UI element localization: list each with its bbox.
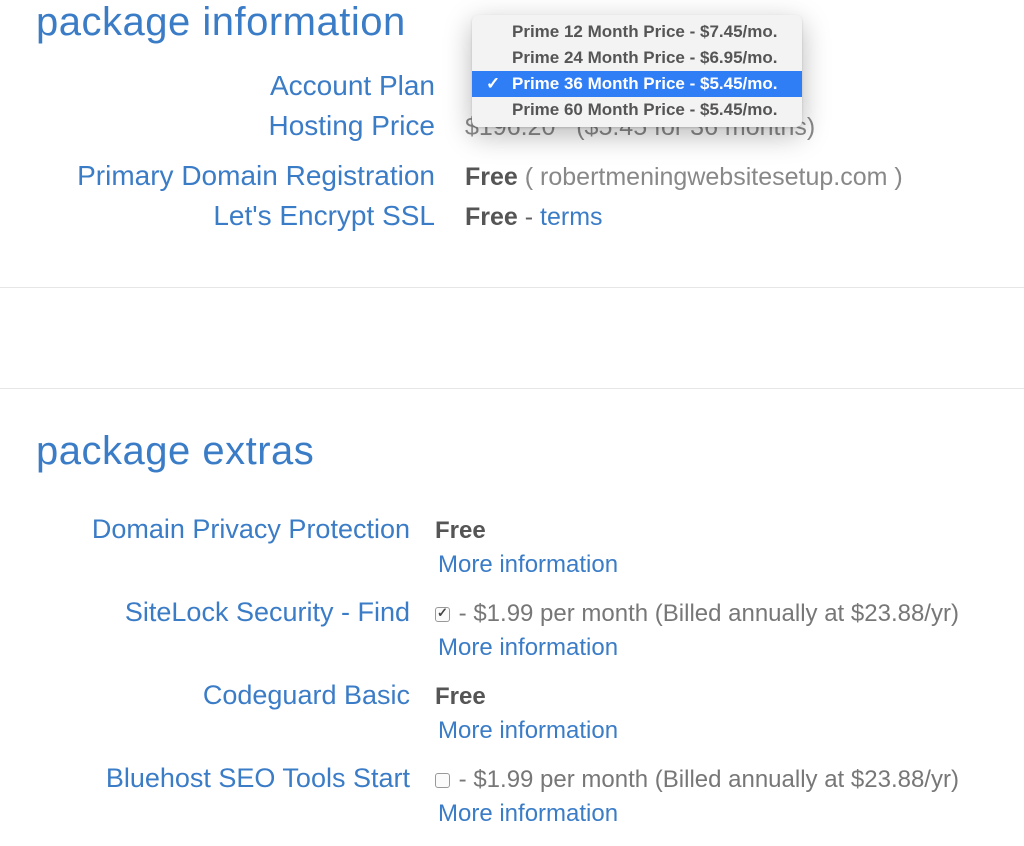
extra-codeguard-more-link[interactable]: More information [435, 717, 1024, 745]
extra-domain-privacy-free: Free [435, 517, 486, 544]
extra-codeguard-value: Free [435, 683, 486, 711]
extra-codeguard-free: Free [435, 683, 486, 710]
package-extras-title: package extras [36, 429, 1024, 474]
package-information-section: package information Account Plan Prime 1… [0, 0, 1024, 288]
dropdown-option-24mo[interactable]: Prime 24 Month Price - $6.95/mo. [472, 45, 802, 71]
dropdown-option-12mo[interactable]: Prime 12 Month Price - $7.45/mo. [472, 19, 802, 45]
section-divider-2 [0, 388, 1024, 389]
extra-seo-tools-checkbox[interactable] [435, 773, 450, 788]
hosting-price-label: Hosting Price [0, 110, 465, 142]
primary-domain-row: Primary Domain Registration Free ( rober… [0, 160, 1024, 192]
extra-sitelock-more-link[interactable]: More information [435, 634, 1024, 662]
extra-domain-privacy-label: Domain Privacy Protection [0, 514, 435, 545]
ssl-dash: - [518, 203, 540, 231]
extra-domain-privacy: Domain Privacy Protection Free More info… [0, 514, 1024, 579]
extra-domain-privacy-more-link[interactable]: More information [435, 551, 1024, 579]
extra-sitelock: SiteLock Security - Find - $1.99 per mon… [0, 597, 1024, 662]
extra-seo-tools-label: Bluehost SEO Tools Start [0, 763, 435, 794]
primary-domain-value: Free ( robertmeningwebsitesetup.com ) [465, 163, 903, 192]
primary-domain-free: Free [465, 163, 518, 191]
extra-seo-tools-price: - $1.99 per month (Billed annually at $2… [452, 766, 959, 793]
ssl-row: Let's Encrypt SSL Free - terms [0, 200, 1024, 232]
account-plan-row: Account Plan Prime 12 Month Price - $7.4… [0, 70, 1024, 102]
account-plan-label: Account Plan [0, 70, 465, 102]
extra-codeguard: Codeguard Basic Free More information [0, 680, 1024, 745]
dropdown-option-60mo[interactable]: Prime 60 Month Price - $5.45/mo. [472, 97, 802, 123]
section-gap [0, 288, 1024, 388]
dropdown-option-36mo[interactable]: ✓ Prime 36 Month Price - $5.45/mo. [472, 71, 802, 97]
account-plan-dropdown[interactable]: Prime 12 Month Price - $7.45/mo. Prime 2… [472, 15, 802, 127]
checkmark-icon: ✓ [486, 74, 500, 94]
extra-seo-tools: Bluehost SEO Tools Start - $1.99 per mon… [0, 763, 1024, 828]
extra-seo-tools-value: - $1.99 per month (Billed annually at $2… [435, 766, 959, 794]
ssl-terms-link[interactable]: terms [540, 203, 603, 231]
extra-domain-privacy-value: Free [435, 517, 486, 545]
package-extras-section: package extras Domain Privacy Protection… [0, 429, 1024, 828]
ssl-value: Free - terms [465, 203, 603, 232]
extra-seo-tools-more-link[interactable]: More information [435, 800, 1024, 828]
dropdown-option-36mo-label: Prime 36 Month Price - $5.45/mo. [512, 74, 777, 93]
extra-codeguard-label: Codeguard Basic [0, 680, 435, 711]
primary-domain-label: Primary Domain Registration [0, 160, 465, 192]
primary-domain-name: ( robertmeningwebsitesetup.com ) [525, 163, 903, 191]
extra-sitelock-checkbox[interactable] [435, 607, 450, 622]
ssl-label: Let's Encrypt SSL [0, 200, 465, 232]
extra-sitelock-label: SiteLock Security - Find [0, 597, 435, 628]
extra-sitelock-price: - $1.99 per month (Billed annually at $2… [452, 600, 959, 627]
ssl-free: Free [465, 203, 518, 231]
extra-sitelock-value: - $1.99 per month (Billed annually at $2… [435, 600, 959, 628]
